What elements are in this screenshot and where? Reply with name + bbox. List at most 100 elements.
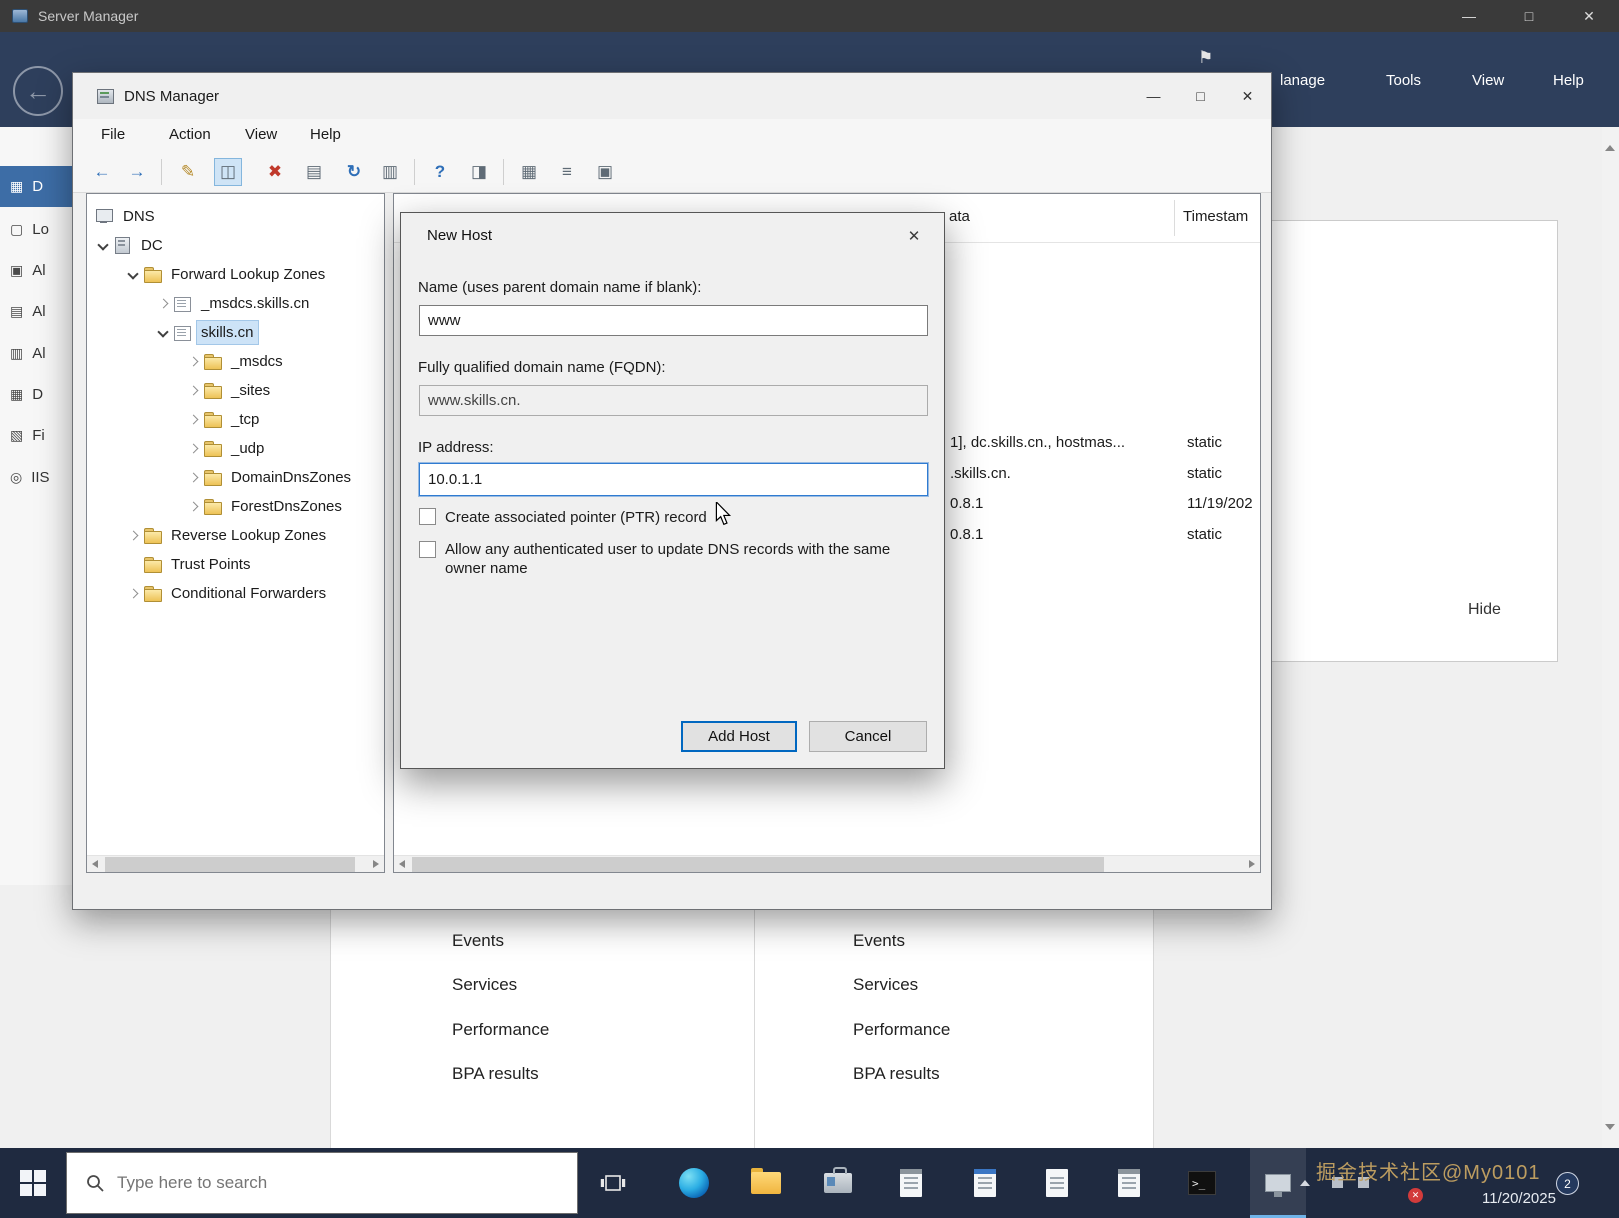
dialog-close-button[interactable]: ✕ [892, 219, 936, 253]
chevron-right-icon[interactable] [185, 498, 203, 516]
allow-update-checkbox[interactable] [419, 541, 436, 558]
sidebar-item-all-servers[interactable]: ▣ Al [0, 250, 72, 291]
record-cell-timestamp[interactable]: static [1187, 434, 1222, 451]
toolbar-properties-icon[interactable]: ▤ [300, 158, 328, 186]
chevron-right-icon[interactable] [155, 295, 173, 313]
search-input[interactable] [117, 1173, 517, 1193]
tree-item-forestdnszones[interactable]: ForestDnsZones [87, 492, 384, 521]
menu-manage[interactable]: lanage [1280, 72, 1325, 89]
chevron-down-icon[interactable] [95, 237, 113, 255]
tree-item-conditional-forwarders[interactable]: Conditional Forwarders [87, 579, 384, 608]
record-cell-timestamp[interactable]: static [1187, 526, 1222, 543]
start-button[interactable] [0, 1148, 66, 1218]
menu-help[interactable]: Help [1553, 72, 1584, 89]
notifications-flag-icon[interactable]: ⚑ [1198, 48, 1213, 68]
add-host-button[interactable]: Add Host [681, 721, 797, 752]
ptr-checkbox[interactable] [419, 508, 436, 525]
ip-input[interactable] [419, 463, 928, 496]
menu-help[interactable]: Help [310, 126, 341, 143]
dns-minimize-button[interactable]: — [1130, 73, 1177, 119]
tree-item-sites[interactable]: _sites [87, 376, 384, 405]
scroll-down-icon[interactable] [1605, 1124, 1615, 1130]
menu-view[interactable]: View [1472, 72, 1504, 89]
minimize-button[interactable]: — [1439, 0, 1499, 32]
record-cell-data[interactable]: 1], dc.skills.cn., hostmas... [950, 434, 1125, 451]
records-horizontal-scrollbar[interactable] [394, 855, 1260, 872]
name-input[interactable] [419, 305, 928, 336]
tile-link-bpa-results-2[interactable]: BPA results [853, 1064, 940, 1084]
menu-file[interactable]: File [101, 126, 125, 143]
notification-center-badge[interactable]: 2 [1556, 1172, 1579, 1195]
tree-item-trust-points[interactable]: Trust Points [87, 550, 384, 579]
toolbar-refresh-icon[interactable]: ↻ [340, 158, 368, 186]
scroll-left-icon[interactable] [394, 856, 411, 872]
scroll-up-icon[interactable] [1605, 145, 1615, 151]
menu-view[interactable]: View [245, 126, 277, 143]
chevron-right-icon[interactable] [185, 411, 203, 429]
menu-tools[interactable]: Tools [1386, 72, 1421, 89]
toolbar-help-icon[interactable]: ? [426, 158, 454, 186]
back-button[interactable]: ← [13, 66, 63, 116]
taskbar-journal-button[interactable] [1101, 1148, 1157, 1218]
toolbar-back-icon[interactable]: ← [88, 158, 116, 186]
tile-link-services-2[interactable]: Services [853, 975, 918, 995]
record-cell-data[interactable]: 0.8.1 [950, 495, 983, 512]
clock-date[interactable]: 11/20/2025 [1482, 1190, 1556, 1207]
toolbar-clipboard-icon[interactable]: ▣ [591, 158, 619, 186]
chevron-right-icon[interactable] [185, 353, 203, 371]
record-cell-data[interactable]: .skills.cn. [950, 465, 1011, 482]
tree-item-skills-cn[interactable]: skills.cn [87, 318, 384, 347]
tree-item-msdcs-skills-cn[interactable]: _msdcs.skills.cn [87, 289, 384, 318]
record-cell-timestamp[interactable]: static [1187, 465, 1222, 482]
sidebar-item-ad-ds[interactable]: ▥ Al [0, 333, 72, 374]
menu-action[interactable]: Action [169, 126, 211, 143]
toolbar-window-icon[interactable]: ◨ [465, 158, 493, 186]
sidebar-item-dns[interactable]: ▦ D [0, 374, 72, 415]
chevron-down-icon[interactable] [125, 266, 143, 284]
hide-link[interactable]: Hide [1468, 601, 1501, 619]
chevron-right-icon[interactable] [185, 382, 203, 400]
taskbar-server-manager-button[interactable] [810, 1148, 866, 1218]
chevron-down-icon[interactable] [155, 324, 173, 342]
sidebar-item-local-server[interactable]: ▢ Lo [0, 209, 72, 250]
tree-item-reverse-lookup-zones[interactable]: Reverse Lookup Zones [87, 521, 384, 550]
toolbar-wizard-icon[interactable]: ✎ [174, 158, 202, 186]
tree-item-dns[interactable]: DNS [87, 202, 384, 231]
close-button[interactable]: ✕ [1559, 0, 1619, 32]
allow-update-checkbox-label[interactable]: Allow any authenticated user to update D… [445, 540, 915, 578]
taskbar-notepad-button[interactable] [1029, 1148, 1085, 1218]
tree-item-domaindnszones[interactable]: DomainDnsZones [87, 463, 384, 492]
toolbar-delete-icon[interactable]: ✖ [261, 158, 289, 186]
sidebar-item-ad-cs[interactable]: ▤ Al [0, 291, 72, 332]
scroll-left-icon[interactable] [87, 856, 104, 872]
tree-item-msdcs[interactable]: _msdcs [87, 347, 384, 376]
taskbar-search[interactable] [66, 1152, 578, 1214]
tile-link-services[interactable]: Services [452, 975, 517, 995]
sidebar-item-file-storage[interactable]: ▧ Fi [0, 415, 72, 456]
tile-link-bpa-results[interactable]: BPA results [452, 1064, 539, 1084]
tile-link-events[interactable]: Events [452, 931, 504, 951]
tree-item-tcp[interactable]: _tcp [87, 405, 384, 434]
cancel-button[interactable]: Cancel [809, 721, 927, 752]
tree-item-forward-lookup-zones[interactable]: Forward Lookup Zones [87, 260, 384, 289]
tree-item-udp[interactable]: _udp [87, 434, 384, 463]
hidden-icons-chevron[interactable] [1300, 1180, 1310, 1186]
sidebar-item-iis[interactable]: ◎ IIS [0, 457, 72, 498]
toolbar-export-list-icon[interactable]: ▥ [376, 158, 404, 186]
ptr-checkbox-label[interactable]: Create associated pointer (PTR) record [445, 509, 707, 526]
tree-item-dc[interactable]: DC [87, 231, 384, 260]
taskbar-dns-console-button[interactable] [1250, 1148, 1306, 1218]
scroll-right-icon[interactable] [367, 856, 384, 872]
record-cell-timestamp[interactable]: 11/19/202 [1187, 495, 1253, 512]
tree-horizontal-scrollbar[interactable] [87, 855, 384, 872]
chevron-right-icon[interactable] [185, 440, 203, 458]
taskbar-wordpad-button[interactable] [957, 1148, 1013, 1218]
record-cell-data[interactable]: 0.8.1 [950, 526, 983, 543]
chevron-right-icon[interactable] [185, 469, 203, 487]
vertical-scrollbar[interactable] [1602, 127, 1619, 1148]
dns-maximize-button[interactable]: □ [1177, 73, 1224, 119]
scrollbar-thumb[interactable] [412, 857, 1104, 872]
taskbar-app-button[interactable] [883, 1148, 939, 1218]
sidebar-item-dashboard[interactable]: ▦ D [0, 166, 72, 207]
scrollbar-thumb[interactable] [105, 857, 355, 872]
